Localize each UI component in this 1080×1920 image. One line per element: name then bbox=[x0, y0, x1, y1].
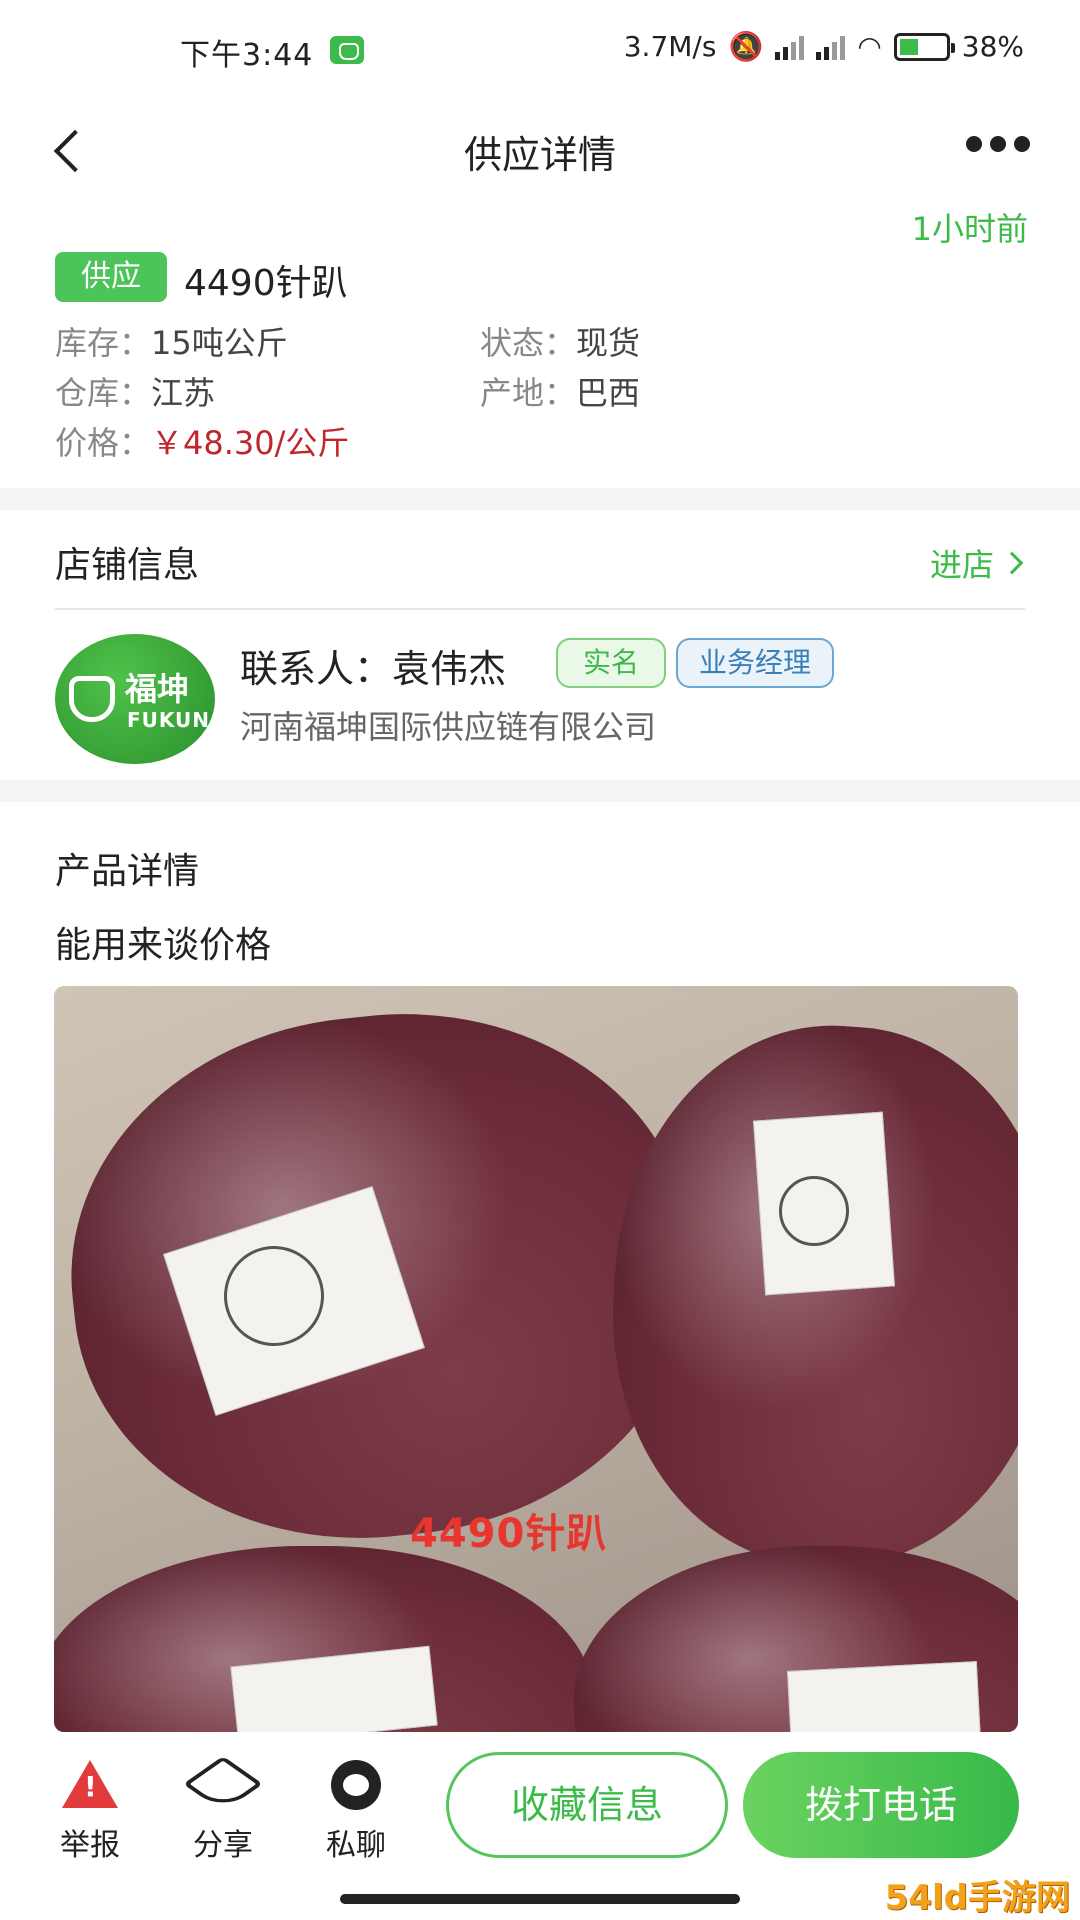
stock-label: 库存： bbox=[55, 324, 152, 362]
status-label: 状态： bbox=[480, 324, 577, 362]
page-title: 供应详情 bbox=[463, 133, 616, 177]
contact-name: 联系人：袁伟杰 bbox=[240, 647, 507, 691]
status-bar: 下午3:44 3.7M/s 🔕 ◠ 38% bbox=[0, 0, 1080, 100]
report-button[interactable]: 举报 bbox=[50, 1760, 130, 1864]
enter-shop-link[interactable]: 进店 bbox=[929, 540, 1024, 586]
product-details: 产品详情 能用来谈价格 4490针趴 bbox=[0, 802, 1080, 1732]
favorite-button[interactable]: 收藏信息 bbox=[446, 1752, 728, 1858]
status-value: 现货 bbox=[576, 324, 641, 362]
shop-info: 店铺信息 进店 福坤 FUKUN 联系人：袁伟杰 实名 业务经理 河南福坤国际供… bbox=[0, 510, 1080, 780]
section-divider bbox=[0, 780, 1080, 802]
share-label: 分享 bbox=[193, 1828, 253, 1863]
product-photo[interactable]: 4490针趴 bbox=[54, 986, 1018, 1732]
more-options-icon[interactable] bbox=[966, 136, 1030, 152]
supply-tag: 供应 bbox=[55, 252, 167, 302]
verified-badge: 实名 bbox=[556, 638, 666, 688]
logo-text-en: FUKUN bbox=[127, 708, 211, 732]
shop-logo[interactable]: 福坤 FUKUN bbox=[55, 634, 215, 764]
chevron-right-icon bbox=[1000, 551, 1024, 575]
stock-value: 15吨公斤 bbox=[151, 324, 288, 362]
stock-row: 库存：15吨公斤 bbox=[55, 318, 288, 364]
shop-section-title: 店铺信息 bbox=[55, 545, 200, 586]
package-label bbox=[787, 1661, 981, 1732]
warehouse-row: 仓库：江苏 bbox=[55, 368, 215, 414]
battery-level: 38% bbox=[961, 30, 1024, 63]
share-button[interactable]: 分享 bbox=[183, 1756, 263, 1864]
warning-icon bbox=[62, 1760, 118, 1808]
wifi-icon: ◠ bbox=[857, 30, 882, 63]
headset-icon bbox=[331, 1760, 381, 1810]
posted-time: 1小时前 bbox=[911, 210, 1028, 248]
chat-label: 私聊 bbox=[326, 1828, 386, 1863]
origin-row: 产地：巴西 bbox=[480, 368, 640, 414]
call-button[interactable]: 拨打电话 bbox=[743, 1752, 1019, 1858]
signal-icon-2 bbox=[816, 34, 846, 60]
status-right: 3.7M/s 🔕 ◠ 38% bbox=[624, 30, 1024, 63]
app-notification-icon bbox=[330, 36, 364, 64]
signal-icon bbox=[775, 34, 805, 60]
report-label: 举报 bbox=[60, 1828, 120, 1863]
logo-text-cn: 福坤 bbox=[125, 670, 190, 708]
warehouse-label: 仓库： bbox=[55, 374, 152, 412]
detail-section-title: 产品详情 bbox=[55, 851, 200, 892]
role-badge: 业务经理 bbox=[676, 638, 834, 688]
send-icon bbox=[183, 1756, 263, 1812]
section-divider bbox=[0, 488, 1080, 510]
battery-icon bbox=[893, 32, 955, 61]
supply-info: 1小时前 供应 4490针趴 库存：15吨公斤 状态：现货 仓库：江苏 产地：巴… bbox=[0, 196, 1080, 492]
watermark: 54ld手游网 bbox=[884, 1878, 1070, 1918]
product-name: 4490针趴 bbox=[184, 263, 348, 304]
photo-caption: 4490针趴 bbox=[410, 1511, 608, 1557]
bottom-action-bar: 举报 分享 私聊 收藏信息 拨打电话 54ld手游网 bbox=[0, 1732, 1080, 1920]
product-description: 能用来谈价格 bbox=[55, 925, 272, 966]
app-header: 供应详情 bbox=[0, 96, 1080, 206]
price-label: 价格： bbox=[55, 424, 152, 462]
origin-value: 巴西 bbox=[576, 374, 641, 412]
warehouse-value: 江苏 bbox=[151, 374, 216, 412]
mute-icon: 🔕 bbox=[728, 30, 764, 63]
divider bbox=[55, 608, 1025, 610]
status-time: 下午3:44 bbox=[180, 38, 314, 73]
status-row: 状态：现货 bbox=[480, 318, 640, 364]
price-value: ￥48.30/公斤 bbox=[151, 424, 350, 462]
origin-label: 产地： bbox=[480, 374, 577, 412]
company-name: 河南福坤国际供应链有限公司 bbox=[240, 708, 657, 746]
meat-cut bbox=[595, 1011, 1018, 1581]
price-row: 价格：￥48.30/公斤 bbox=[55, 418, 349, 464]
home-indicator[interactable] bbox=[340, 1894, 740, 1904]
logo-emblem-icon bbox=[69, 676, 115, 722]
enter-shop-label: 进店 bbox=[929, 546, 994, 584]
chat-button[interactable]: 私聊 bbox=[316, 1760, 396, 1864]
network-speed: 3.7M/s bbox=[623, 30, 717, 63]
inspection-seal-icon bbox=[779, 1176, 849, 1246]
